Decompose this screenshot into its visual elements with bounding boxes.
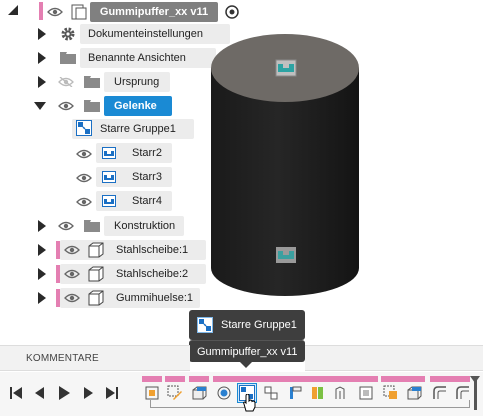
tree-item-label: Starr3: [132, 171, 162, 183]
timeline-group-bar: [142, 376, 162, 382]
hand-cursor-icon: [243, 394, 256, 412]
eye-icon[interactable]: [64, 269, 80, 279]
joint-rigid-icon[interactable]: [358, 385, 374, 401]
tree-item-label: Starr2: [132, 147, 162, 159]
eye-hidden-icon[interactable]: [58, 77, 74, 87]
eye-icon[interactable]: [76, 197, 92, 207]
expand-arrow-icon[interactable]: [38, 220, 46, 232]
tooltip-subtitle: Gummipuffer_xx v11: [197, 346, 298, 358]
rigid-joint-icon: [102, 195, 116, 207]
expand-arrow-icon[interactable]: [38, 244, 46, 256]
rigid-joint-icon: [102, 147, 116, 159]
timeline-marker-head[interactable]: [470, 376, 480, 383]
eye-icon[interactable]: [58, 221, 74, 231]
component-icon: [88, 266, 104, 282]
extrude-icon[interactable]: [406, 385, 422, 401]
tree-item-label: Gummihuelse:1: [116, 292, 194, 304]
go-to-start-icon[interactable]: [8, 384, 24, 402]
tree-item-label: Starr4: [132, 195, 162, 207]
tree-item-label: Dokumenteinstellungen: [88, 28, 203, 40]
folder-icon: [84, 76, 100, 88]
tree-item-stahlscheibe-2[interactable]: Stahlscheibe:2: [60, 264, 206, 284]
tree-item-label: Stahlscheibe:2: [116, 268, 189, 280]
step-forward-icon[interactable]: [80, 384, 96, 402]
eye-icon[interactable]: [47, 7, 63, 17]
comments-bar-right: [305, 345, 483, 371]
fillet-icon[interactable]: [455, 385, 471, 401]
tree-item-gummihuelse-1[interactable]: Gummihuelse:1: [60, 288, 200, 308]
rigid-joint-icon: [102, 171, 116, 183]
sketch-icon[interactable]: [144, 385, 160, 401]
tooltip-title-box: Starre Gruppe1: [189, 310, 305, 340]
fillet-icon[interactable]: [432, 385, 448, 401]
rigid-group-icon: [197, 317, 213, 333]
expand-arrow-icon[interactable]: [38, 76, 46, 88]
tree-item-gelenke[interactable]: Gelenke: [104, 96, 172, 116]
tree-item-label: Ursprung: [114, 76, 160, 88]
eye-icon[interactable]: [76, 149, 92, 159]
folder-icon: [84, 100, 100, 112]
joint-icon[interactable]: [263, 385, 279, 401]
document-icon: [70, 3, 88, 21]
eye-icon[interactable]: [76, 173, 92, 183]
component-pink-marker: [56, 265, 60, 283]
tooltip-pointer: [240, 362, 252, 368]
timeline-group-bar: [430, 376, 470, 382]
tree-item-label: Stahlscheibe:1: [116, 244, 189, 256]
timeline-group-bar: [165, 376, 185, 382]
eye-icon[interactable]: [58, 101, 74, 111]
component-icon: [88, 290, 104, 306]
timeline-group-bar: [189, 376, 209, 382]
tree-item-label: Konstruktion: [114, 220, 176, 232]
collapse-arrow-icon[interactable]: [34, 102, 46, 110]
tree-item-konstruktion[interactable]: Konstruktion: [104, 216, 184, 236]
split-body-icon[interactable]: [310, 385, 326, 401]
step-back-icon[interactable]: [32, 384, 48, 402]
timeline-bar: [0, 372, 483, 416]
tooltip-subtitle-box: Gummipuffer_xx v11: [189, 340, 305, 362]
root-eye-container: [43, 2, 67, 22]
tree-item-label: Gelenke: [114, 100, 157, 112]
eye-icon[interactable]: [64, 245, 80, 255]
cylinder-model[interactable]: [190, 10, 380, 310]
plane-icon[interactable]: [287, 385, 303, 401]
model-viewport[interactable]: [190, 10, 380, 310]
expand-arrow-icon[interactable]: [38, 268, 46, 280]
tree-item-ursprung[interactable]: Ursprung: [104, 72, 170, 92]
rigid-group-icon: [76, 120, 92, 136]
tree-item-stahlscheibe-1[interactable]: Stahlscheibe:1: [60, 240, 206, 260]
expand-arrow-icon[interactable]: [38, 292, 46, 304]
expand-arrow-icon[interactable]: [38, 52, 46, 64]
extrude-icon[interactable]: [191, 385, 207, 401]
eye-icon[interactable]: [64, 293, 80, 303]
tooltip-title: Starre Gruppe1: [221, 319, 297, 331]
expand-arrow-icon[interactable]: [38, 28, 46, 40]
collapse-root-icon[interactable]: [7, 4, 18, 16]
tree-item-label: Benannte Ansichten: [88, 52, 186, 64]
comments-bar[interactable]: KOMMENTARE: [0, 345, 190, 371]
sketch-edit-icon[interactable]: [167, 385, 183, 401]
sketch-icon[interactable]: [383, 385, 399, 401]
timeline-group-bar: [213, 376, 378, 382]
timeline-group-bracket: [150, 400, 470, 408]
folder-icon: [60, 52, 76, 64]
gear-icon: [60, 26, 76, 42]
component-icon: [88, 242, 104, 258]
timeline-group-bar: [381, 376, 425, 382]
tree-item-label: Starre Gruppe1: [100, 123, 176, 135]
revolve-icon[interactable]: [216, 385, 232, 401]
folder-icon: [84, 220, 100, 232]
play-icon[interactable]: [56, 384, 72, 402]
component-pink-marker: [56, 289, 60, 307]
move-icon[interactable]: [334, 385, 350, 401]
browser-panel: Gummipuffer_xx v11 Dokumenteinstellungen…: [0, 0, 239, 310]
component-pink-marker: [56, 241, 60, 259]
comments-label: KOMMENTARE: [26, 353, 99, 364]
go-to-end-icon[interactable]: [104, 384, 120, 402]
